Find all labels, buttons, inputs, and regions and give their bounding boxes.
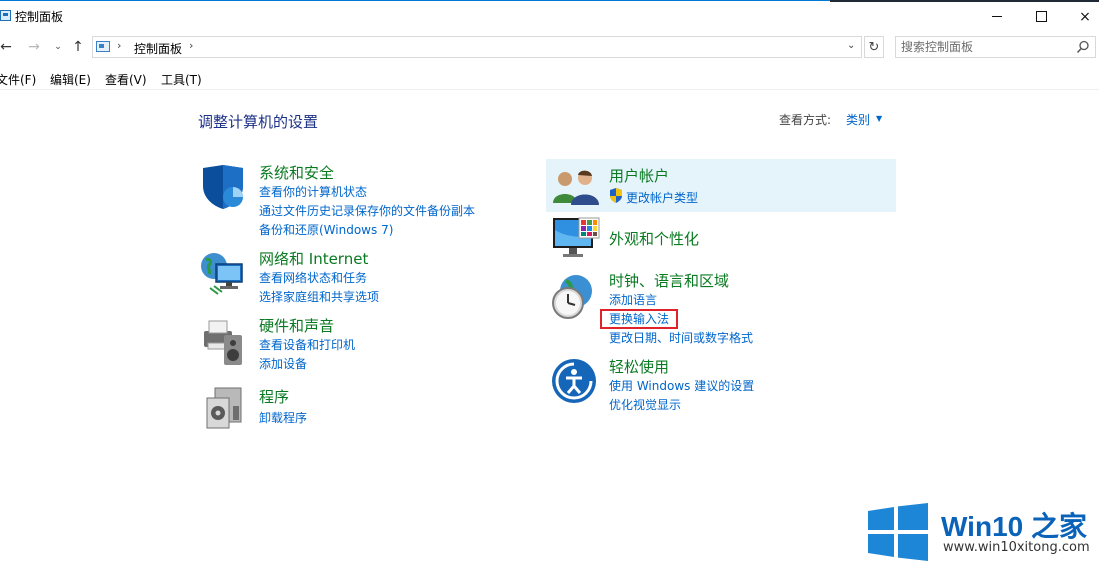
link-add-language[interactable]: 添加语言 [609, 291, 657, 308]
ease-of-access-icon[interactable] [551, 358, 597, 404]
link-homegroup-sharing[interactable]: 选择家庭组和共享选项 [259, 288, 379, 305]
category-ease-of-access[interactable]: 轻松使用 [609, 356, 669, 377]
address-dropdown-icon[interactable]: ⌄ [847, 40, 855, 51]
minimize-button[interactable] [974, 1, 1020, 32]
menu-bar: 文件(F) 编辑(E) 查看(V) 工具(T) [0, 68, 1099, 88]
breadcrumb-control-panel[interactable]: 控制面板 [134, 40, 182, 57]
link-change-date-time-format[interactable]: 更改日期、时间或数字格式 [609, 329, 753, 346]
maximize-button[interactable] [1018, 1, 1064, 32]
network-globe-icon[interactable] [200, 250, 246, 296]
shield-icon[interactable] [200, 164, 246, 210]
link-optimize-visual-display[interactable]: 优化视觉显示 [609, 396, 681, 413]
navigation-bar: ← → ⌄ ↑ › 控制面板 › ⌄ ↻ [0, 32, 1099, 63]
link-change-account-type[interactable]: 更改帐户类型 [626, 189, 698, 206]
link-devices-printers[interactable]: 查看设备和打印机 [259, 336, 355, 353]
menu-tools[interactable]: 工具(T) [161, 71, 202, 88]
link-check-computer-status[interactable]: 查看你的计算机状态 [259, 183, 367, 200]
category-user-accounts[interactable]: 用户帐户 [609, 165, 669, 186]
category-system-security[interactable]: 系统和安全 [259, 162, 334, 183]
search-box[interactable] [895, 36, 1096, 58]
menu-file[interactable]: 文件(F) [0, 71, 36, 88]
refresh-icon: ↻ [868, 39, 880, 55]
link-add-device[interactable]: 添加设备 [259, 355, 307, 372]
printer-speaker-icon[interactable] [200, 317, 246, 367]
category-programs[interactable]: 程序 [259, 386, 289, 407]
breadcrumb-separator-icon[interactable]: › [189, 39, 193, 52]
category-appearance-personalization[interactable]: 外观和个性化 [609, 228, 699, 249]
menu-view[interactable]: 查看(V) [105, 71, 147, 88]
link-network-status[interactable]: 查看网络状态和任务 [259, 269, 367, 286]
annotation-highlight-box [600, 309, 678, 329]
forward-button[interactable]: → [26, 38, 42, 56]
link-file-history-backup[interactable]: 通过文件历史记录保存你的文件备份副本 [259, 202, 475, 219]
address-bar[interactable]: › 控制面板 › ⌄ [92, 36, 862, 58]
maximize-icon [1035, 11, 1047, 22]
windows-logo-icon [868, 503, 928, 561]
window-title: 控制面板 [15, 10, 64, 24]
search-input[interactable] [901, 39, 1071, 55]
page-title: 调整计算机的设置 [198, 113, 319, 131]
arrow-right-icon: → [28, 39, 40, 55]
back-button[interactable]: ← [0, 38, 14, 56]
link-windows-suggested-settings[interactable]: 使用 Windows 建议的设置 [609, 377, 754, 394]
users-icon[interactable] [551, 167, 601, 207]
category-clock-language-region[interactable]: 时钟、语言和区域 [609, 270, 729, 291]
control-panel-app-icon[interactable] [0, 10, 11, 21]
link-uninstall-program[interactable]: 卸载程序 [259, 409, 307, 426]
watermark-url: www.win10xitong.com [943, 540, 1090, 555]
menu-divider [0, 89, 1099, 90]
clock-globe-icon[interactable] [550, 273, 600, 321]
menu-edit[interactable]: 编辑(E) [50, 71, 91, 88]
search-icon[interactable] [1076, 40, 1090, 54]
chevron-down-icon: ⌄ [54, 42, 62, 52]
link-backup-restore[interactable]: 备份和还原(Windows 7) [259, 221, 393, 238]
category-network-internet[interactable]: 网络和 Internet [259, 248, 368, 269]
arrow-up-icon: ↑ [72, 39, 84, 55]
watermark-title: Win10 之家 [941, 511, 1087, 542]
recent-locations-button[interactable]: ⌄ [52, 38, 64, 56]
uac-shield-icon [610, 188, 622, 203]
title-bar[interactable]: 控制面板 × [0, 1, 1099, 32]
view-by-dropdown-icon[interactable]: ▼ [876, 114, 882, 123]
arrow-left-icon: ← [0, 39, 12, 55]
category-hardware-sound[interactable]: 硬件和声音 [259, 315, 334, 336]
control-panel-icon [96, 41, 110, 52]
breadcrumb-separator-icon[interactable]: › [117, 39, 121, 52]
close-icon: × [1079, 8, 1091, 25]
programs-box-icon[interactable] [205, 386, 245, 430]
refresh-button[interactable]: ↻ [864, 36, 884, 58]
view-by-label: 查看方式: [779, 113, 832, 127]
monitor-personalize-icon[interactable] [551, 216, 601, 262]
view-by-dropdown[interactable]: 类别 [846, 111, 870, 128]
up-button[interactable]: ↑ [70, 38, 86, 56]
close-button[interactable]: × [1062, 1, 1099, 32]
minimize-icon [992, 16, 1002, 17]
